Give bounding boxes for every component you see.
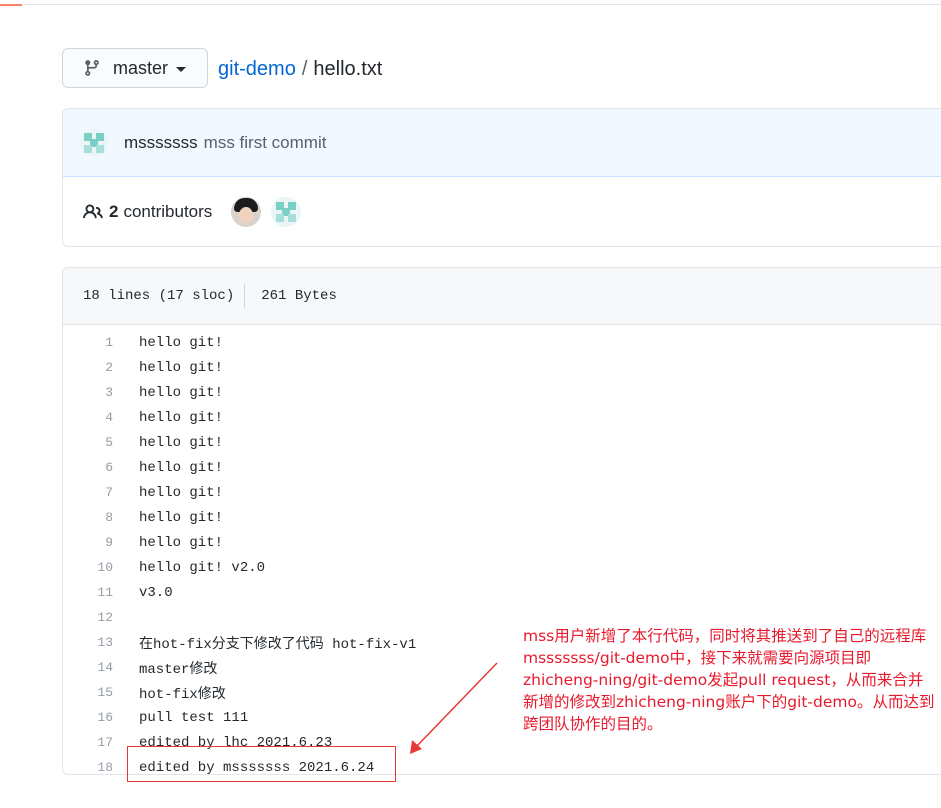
line-number[interactable]: 18 [63,760,113,774]
contributors-count: 2 [109,202,119,221]
line-content: hello git! [139,459,224,476]
line-number[interactable]: 15 [63,685,113,700]
line-content: hello git! [139,409,224,426]
highlight-box [127,746,396,782]
line-content: 在hot-fix分支下修改了代码 hot-fix-v1 [139,636,417,653]
line-number[interactable]: 13 [63,635,113,650]
line-number[interactable]: 6 [63,460,113,475]
line-number[interactable]: 4 [63,410,113,425]
breadcrumb: git-demo / hello.txt [218,57,382,81]
branch-icon [83,59,101,77]
people-icon [83,202,103,222]
contributor-avatar-1[interactable] [231,197,262,227]
code-line: 6 hello git! [63,455,941,480]
commit-header: msssssss mss first commit [63,109,941,177]
line-content: hello git! [139,359,224,376]
line-count: 18 lines (17 sloc) [83,288,235,304]
code-line: 3 hello git! [63,380,941,405]
line-number[interactable]: 14 [63,660,113,675]
avatar[interactable] [80,128,108,157]
line-number[interactable]: 11 [63,585,113,600]
line-number[interactable]: 12 [63,610,113,625]
breadcrumb-separator: / [301,58,308,80]
code-line: 5 hello git! [63,430,941,455]
line-number[interactable]: 1 [63,335,113,350]
contributor-avatar-2[interactable] [271,197,302,227]
top-divider [0,4,941,5]
line-content: hello git! [139,384,224,401]
chevron-down-icon [176,66,187,72]
file-size: 261 Bytes [261,288,337,304]
commit-message-link[interactable]: mss first commit [204,133,327,153]
annotation-text: mss用户新增了本行代码，同时将其推送到了自己的远程库msssssss/git-… [523,627,935,733]
code-line: 10 hello git! v2.0 [63,555,941,580]
file-info-bar: 18 lines (17 sloc) 261 Bytes [63,268,941,325]
line-content: hello git! [139,534,224,551]
line-number[interactable]: 2 [63,360,113,375]
line-number[interactable]: 3 [63,385,113,400]
repo-link[interactable]: git-demo [218,58,296,80]
line-content: hello git! v2.0 [139,559,266,576]
line-number[interactable]: 8 [63,510,113,525]
line-number[interactable]: 10 [63,560,113,575]
commit-author-link[interactable]: msssssss [124,133,198,153]
line-content: master修改 [139,661,218,678]
line-content: hello git! [139,434,224,451]
line-number[interactable]: 5 [63,435,113,450]
code-line: 8 hello git! [63,505,941,530]
file-name: hello.txt [313,58,383,80]
branch-select-button[interactable]: master [62,48,208,88]
divider [244,284,246,308]
contributors-row: 2 contributors [63,177,941,246]
code-line: 7 hello git! [63,480,941,505]
line-number[interactable]: 7 [63,485,113,500]
line-number[interactable]: 17 [63,735,113,750]
line-content: v3.0 [139,584,173,601]
line-number[interactable]: 16 [63,710,113,725]
line-number[interactable]: 9 [63,535,113,550]
latest-commit-box: msssssss mss first commit 2 contributors [62,108,941,247]
line-content: pull test 111 [139,709,249,726]
line-content: hot-fix修改 [139,686,226,703]
line-content: hello git! [139,509,224,526]
active-tab-indicator [0,4,22,6]
code-line: 11 v3.0 [63,580,941,605]
contributors-link[interactable]: contributors [123,202,212,222]
code-line: 4 hello git! [63,405,941,430]
code-line: 1 hello git! [63,330,941,355]
code-line: 2 hello git! [63,355,941,380]
branch-label: master [113,57,169,78]
line-content: hello git! [139,484,224,501]
line-content: hello git! [139,334,224,351]
code-line: 9 hello git! [63,530,941,555]
